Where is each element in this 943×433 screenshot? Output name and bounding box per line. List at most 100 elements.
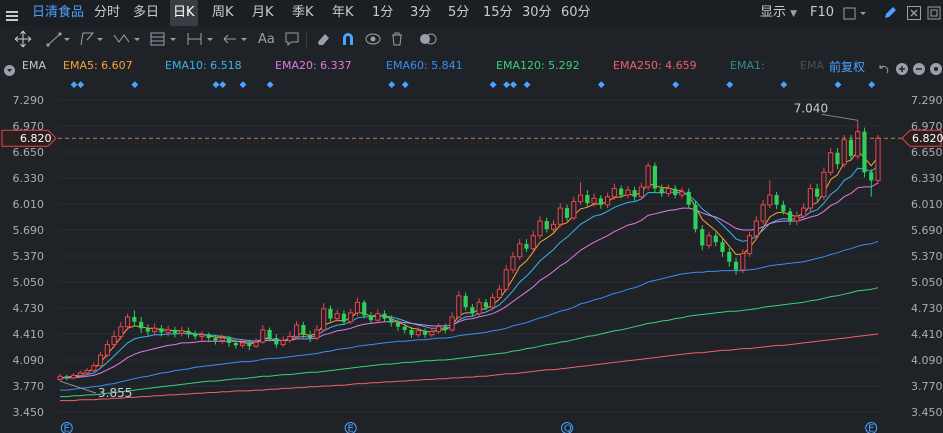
left-tick-label: 6.650 bbox=[13, 146, 45, 159]
candle-body-up bbox=[435, 326, 442, 333]
settings-icon[interactable] bbox=[930, 60, 942, 79]
candle-body-down bbox=[788, 211, 793, 222]
text-tool[interactable]: Aa bbox=[258, 30, 275, 49]
ema-line-ema60 bbox=[60, 240, 879, 391]
signal-marker: ◆ bbox=[131, 80, 138, 90]
kline-chart[interactable]: 7.2906.9706.6506.3306.0105.6905.3705.050… bbox=[0, 80, 943, 433]
current-price-left: 6.820 bbox=[20, 132, 52, 145]
ema10-value: EMA10: 6.518 bbox=[165, 59, 242, 72]
candle-body-down bbox=[308, 334, 313, 339]
ema60-value: EMA60: 5.841 bbox=[386, 59, 463, 72]
candle-body-up bbox=[314, 329, 320, 339]
period-tab-4[interactable]: 月K bbox=[252, 0, 274, 26]
candle-body-up bbox=[260, 329, 266, 343]
period-tab-0[interactable]: 分时 bbox=[94, 0, 120, 26]
period-tab-2[interactable]: 日K bbox=[170, 0, 198, 26]
period-tab-6[interactable]: 年K bbox=[332, 0, 354, 26]
candle-body-up bbox=[679, 191, 685, 196]
ema-line-ema250 bbox=[60, 333, 879, 402]
candle-body-up bbox=[84, 370, 90, 374]
candle-body-down bbox=[362, 302, 367, 316]
period-tab-9[interactable]: 5分 bbox=[448, 0, 469, 26]
period-tab-5[interactable]: 季K bbox=[292, 0, 314, 26]
toggle-icon[interactable] bbox=[418, 30, 438, 49]
fibonacci-tool-icon[interactable] bbox=[149, 30, 179, 49]
line-tool-icon[interactable] bbox=[46, 30, 72, 49]
right-tick-label: 5.370 bbox=[911, 250, 943, 263]
range-tool-icon[interactable] bbox=[186, 30, 216, 49]
left-tick-label: 4.730 bbox=[13, 302, 45, 315]
menu-icon[interactable] bbox=[6, 7, 18, 21]
polyline-tool-icon[interactable] bbox=[79, 30, 105, 49]
period-tab-8[interactable]: 3分 bbox=[410, 0, 431, 26]
candle-body-up bbox=[104, 344, 110, 356]
top-bar: 日清食品 分时 多日 日K 周K 月K 季K 年K 1分 3分 5分 15分 3… bbox=[0, 0, 943, 27]
trash-icon[interactable] bbox=[389, 30, 405, 49]
stock-name[interactable]: 日清食品 bbox=[32, 0, 84, 26]
remove-icon[interactable] bbox=[913, 60, 925, 79]
right-tick-label: 5.690 bbox=[911, 224, 943, 237]
magnet-icon[interactable] bbox=[340, 30, 356, 49]
layout-dropdown[interactable] bbox=[843, 6, 869, 25]
ema-line-ema10 bbox=[60, 165, 879, 379]
candle-body-up bbox=[354, 301, 361, 314]
candle-body-up bbox=[165, 329, 171, 333]
period-tab-11[interactable]: 30分 bbox=[522, 0, 552, 26]
candle-body-down bbox=[463, 295, 468, 308]
period-tab-3[interactable]: 周K bbox=[212, 0, 234, 26]
period-tab-10[interactable]: 15分 bbox=[483, 0, 513, 26]
candle-body-up bbox=[638, 186, 644, 198]
current-price-right: 6.820 bbox=[912, 132, 943, 145]
eraser-icon[interactable] bbox=[315, 30, 331, 49]
candle-body-up bbox=[77, 372, 83, 376]
candle-body-up bbox=[199, 334, 205, 337]
comment-icon[interactable] bbox=[284, 30, 300, 49]
right-tick-label: 3.450 bbox=[911, 406, 943, 419]
wave-tool-icon[interactable] bbox=[112, 30, 142, 49]
f10-button[interactable]: F10 bbox=[810, 0, 834, 26]
close-icon[interactable] bbox=[907, 5, 921, 24]
ema250-value: EMA250: 4.659 bbox=[613, 59, 697, 72]
maximize-icon[interactable] bbox=[927, 5, 941, 24]
candle-body-down bbox=[835, 152, 840, 165]
candle-body-up bbox=[821, 171, 827, 198]
candle-body-up bbox=[57, 375, 63, 380]
candle-body-down bbox=[652, 165, 658, 189]
candle-body-up bbox=[496, 288, 503, 298]
drawing-toolbar: Aa bbox=[0, 26, 943, 54]
left-tick-label: 4.410 bbox=[13, 328, 45, 341]
right-tick-label: 4.090 bbox=[911, 354, 943, 367]
pen-icon[interactable] bbox=[882, 5, 898, 25]
arrow-tool-icon[interactable] bbox=[222, 30, 250, 49]
candle-body-down bbox=[544, 221, 549, 230]
move-tool-icon[interactable] bbox=[14, 30, 32, 49]
candle-body-down bbox=[159, 328, 164, 333]
ema120-value: EMA120: 5.292 bbox=[496, 59, 580, 72]
adjust-mode-button[interactable]: 前复权 bbox=[829, 58, 865, 75]
eye-icon[interactable] bbox=[364, 30, 382, 49]
candle-body-down bbox=[64, 376, 69, 378]
signal-marker: ◆ bbox=[510, 80, 517, 90]
candle-body-up bbox=[571, 201, 577, 219]
period-tab-12[interactable]: 60分 bbox=[561, 0, 591, 26]
display-dropdown[interactable]: 显示 ▼ bbox=[760, 0, 797, 26]
period-tab-7[interactable]: 1分 bbox=[372, 0, 393, 26]
period-tab-1[interactable]: 多日 bbox=[133, 0, 159, 26]
left-tick-label: 3.770 bbox=[13, 380, 45, 393]
collapse-icon[interactable] bbox=[4, 61, 15, 80]
candle-body-up bbox=[321, 308, 327, 331]
signal-marker: ◆ bbox=[672, 80, 679, 90]
indicator-name[interactable]: EMA bbox=[22, 59, 46, 72]
right-tick-label: 4.730 bbox=[911, 302, 943, 315]
candlesticks bbox=[57, 120, 881, 382]
candle-body-down bbox=[848, 139, 854, 157]
undo-icon[interactable] bbox=[877, 60, 889, 79]
candle-body-up bbox=[152, 327, 158, 333]
candle-body-up bbox=[476, 301, 482, 315]
ema1-value: EMA1: bbox=[730, 59, 765, 72]
candle-body-up bbox=[510, 256, 516, 271]
candle-body-down bbox=[720, 242, 725, 252]
low-annotation: 3.855 bbox=[98, 386, 132, 400]
add-icon[interactable] bbox=[896, 60, 908, 79]
candle-body-up bbox=[375, 313, 381, 321]
